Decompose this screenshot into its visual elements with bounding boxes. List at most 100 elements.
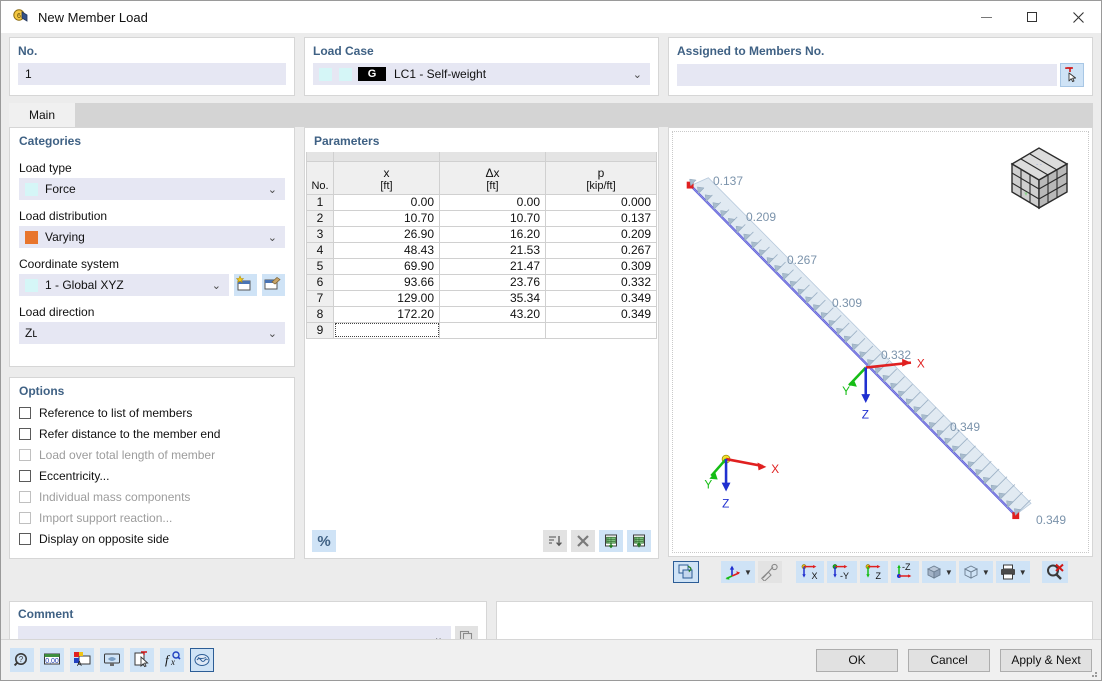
load-case-select[interactable]: G LC1 - Self-weight ⌄ — [313, 63, 650, 85]
cell-dx[interactable]: 10.70 — [440, 210, 546, 226]
cell-p[interactable]: 0.309 — [546, 258, 657, 274]
clear-zoom-button[interactable] — [1042, 561, 1068, 583]
cell-dx[interactable]: 21.47 — [440, 258, 546, 274]
load-distribution-select[interactable]: Varying ⌄ — [19, 226, 285, 248]
percent-button[interactable]: % — [312, 530, 336, 552]
display-mode-button[interactable]: ▼ — [922, 561, 956, 583]
checkbox-icon[interactable] — [19, 428, 31, 440]
checkbox-icon[interactable] — [19, 470, 31, 482]
cell-p[interactable]: 0.267 — [546, 242, 657, 258]
load-case-label: Load Case — [313, 44, 650, 58]
cell-p[interactable]: 0.137 — [546, 210, 657, 226]
table-row[interactable]: 10.000.000.000 — [307, 194, 657, 210]
view-in-minus-z-button[interactable]: -Z — [891, 561, 919, 583]
cell-x[interactable]: 69.90 — [334, 258, 440, 274]
cell-x[interactable]: 129.00 — [334, 290, 440, 306]
option-row[interactable]: Refer distance to the member end — [19, 423, 294, 444]
load-value-label: 0.349 — [950, 420, 980, 434]
table-row[interactable]: 569.9021.470.309 — [307, 258, 657, 274]
cell-p[interactable] — [546, 322, 657, 338]
load-type-select[interactable]: Force ⌄ — [19, 178, 285, 200]
delete-row-icon[interactable] — [571, 530, 595, 552]
help-magnifier-icon[interactable]: ? — [10, 648, 34, 672]
ok-button[interactable]: OK — [816, 649, 898, 672]
cell-x[interactable]: 10.70 — [334, 210, 440, 226]
table-row[interactable]: 210.7010.700.137 — [307, 210, 657, 226]
checkbox-icon[interactable] — [19, 407, 31, 419]
top-fields-row: No. 1 Load Case G LC1 - Self-weight ⌄ As… — [1, 33, 1101, 96]
parameters-column: Parameters No. — [304, 127, 659, 597]
resize-grip[interactable] — [1088, 668, 1098, 678]
coordinate-system-select[interactable]: 1 - Global XYZ ⌄ — [19, 274, 229, 296]
option-row[interactable]: Reference to list of members — [19, 402, 294, 423]
wireframe-button[interactable]: ▼ — [959, 561, 993, 583]
cell-x[interactable]: 93.66 — [334, 274, 440, 290]
minimize-button[interactable] — [963, 1, 1009, 33]
option-row[interactable]: Display on opposite side — [19, 528, 294, 549]
parameters-table[interactable]: No. x [ft] Δx [ft] — [306, 152, 657, 339]
cell-dx[interactable] — [440, 322, 546, 338]
sort-rows-icon[interactable] — [543, 530, 567, 552]
view-in-x-button[interactable]: X — [796, 561, 824, 583]
coordinate-system-row: 1 - Global XYZ ⌄ — [19, 274, 285, 296]
no-input[interactable]: 1 — [18, 63, 286, 85]
navigation-cube-icon[interactable]: - - ▾ — [1000, 138, 1078, 219]
print-button[interactable]: ▼ — [996, 561, 1030, 583]
display-properties-icon[interactable]: A — [70, 648, 94, 672]
apply-next-button[interactable]: Apply & Next — [1000, 649, 1092, 672]
cell-x[interactable]: 172.20 — [334, 306, 440, 322]
cell-dx[interactable]: 35.34 — [440, 290, 546, 306]
cell-x[interactable]: 48.43 — [334, 242, 440, 258]
cell-dx[interactable]: 0.00 — [440, 194, 546, 210]
formula-icon[interactable]: fx — [160, 648, 184, 672]
load-direction-select[interactable]: Zʟ ⌄ — [19, 322, 285, 344]
cell-dx[interactable]: 16.20 — [440, 226, 546, 242]
checkbox-icon[interactable] — [19, 533, 31, 545]
cell-p[interactable]: 0.349 — [546, 306, 657, 322]
pick-members-icon[interactable] — [1060, 63, 1084, 87]
cancel-button[interactable]: Cancel — [908, 649, 990, 672]
table-row[interactable]: 693.6623.760.332 — [307, 274, 657, 290]
cell-p[interactable]: 0.332 — [546, 274, 657, 290]
view-in-z-button[interactable]: Z — [860, 561, 888, 583]
table-row[interactable]: 9 — [307, 322, 657, 338]
cell-no: 8 — [307, 306, 334, 322]
maximize-button[interactable] — [1009, 1, 1055, 33]
visual-brain-icon[interactable] — [190, 648, 214, 672]
assigned-members-group: Assigned to Members No. — [668, 37, 1093, 96]
table-row[interactable]: 448.4321.530.267 — [307, 242, 657, 258]
cell-dx[interactable]: 21.53 — [440, 242, 546, 258]
view-direction-button[interactable]: ▼ — [721, 561, 755, 583]
render-mode-button[interactable] — [673, 561, 699, 583]
table-row[interactable]: 326.9016.200.209 — [307, 226, 657, 242]
chevron-down-icon: ⌄ — [212, 279, 225, 292]
units-decimal-icon[interactable]: 0,00 — [40, 648, 64, 672]
options-list: Reference to list of members Refer distan… — [10, 402, 294, 549]
close-button[interactable] — [1055, 1, 1101, 33]
dialog-bottom-bar: ?0,00Afx OK Cancel Apply & Next — [1, 639, 1101, 680]
cell-p[interactable]: 0.349 — [546, 290, 657, 306]
cell-p[interactable]: 0.209 — [546, 226, 657, 242]
table-row[interactable]: 8172.2043.200.349 — [307, 306, 657, 322]
cell-p[interactable]: 0.000 — [546, 194, 657, 210]
edit-coordinate-system-icon[interactable] — [262, 274, 285, 296]
member-load-icon: 6 — [11, 8, 29, 26]
option-row[interactable]: Eccentricity... — [19, 465, 294, 486]
view-in-y-button[interactable]: -Y — [827, 561, 857, 583]
export-table-icon[interactable] — [627, 530, 651, 552]
new-coordinate-system-icon[interactable] — [234, 274, 257, 296]
cell-x[interactable]: 26.90 — [334, 226, 440, 242]
assigned-members-input[interactable] — [677, 64, 1057, 86]
view-settings-icon[interactable] — [100, 648, 124, 672]
option-label: Reference to list of members — [39, 406, 192, 420]
pick-info-icon[interactable] — [130, 648, 154, 672]
table-row[interactable]: 7129.0035.340.349 — [307, 290, 657, 306]
cell-dx[interactable]: 23.76 — [440, 274, 546, 290]
cell-dx[interactable]: 43.20 — [440, 306, 546, 322]
tab-main[interactable]: Main — [9, 103, 75, 127]
import-table-icon[interactable] — [599, 530, 623, 552]
3d-viewport[interactable]: X Y Z X — [668, 127, 1093, 557]
option-row: Import support reaction... — [19, 507, 294, 528]
cell-x[interactable] — [334, 322, 440, 338]
cell-x[interactable]: 0.00 — [334, 194, 440, 210]
